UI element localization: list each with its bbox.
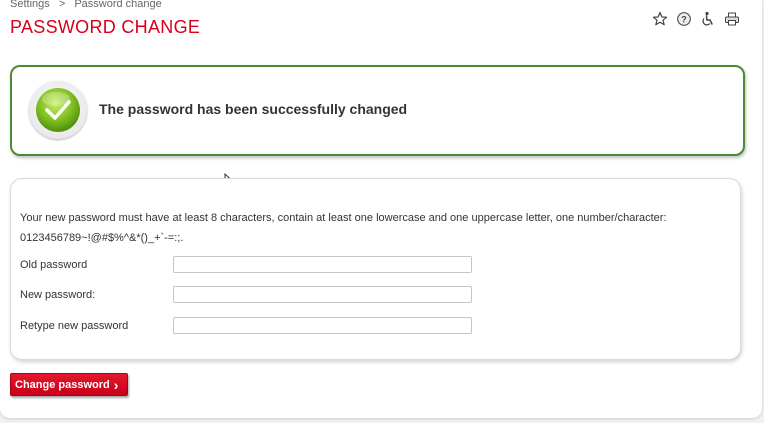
old-password-input[interactable] xyxy=(173,256,472,273)
svg-text:?: ? xyxy=(681,14,687,24)
change-password-button-label: Change password xyxy=(15,378,110,391)
password-allowed-characters: 0123456789~!@#$%^&*()_+`-=:;. xyxy=(20,232,184,244)
checkmark-icon xyxy=(36,88,80,132)
breadcrumb-settings-link[interactable]: Settings xyxy=(10,0,50,10)
breadcrumb: Settings > Password change xyxy=(10,0,162,10)
retype-password-label: Retype new password xyxy=(20,320,129,332)
accessibility-icon[interactable] xyxy=(700,11,716,27)
new-password-input[interactable] xyxy=(173,286,472,303)
print-icon[interactable] xyxy=(724,11,740,27)
page-toolbar: ? xyxy=(652,11,740,27)
chevron-right-icon: › xyxy=(113,376,119,393)
success-message: The password has been successfully chang… xyxy=(99,101,408,117)
retype-password-input[interactable] xyxy=(173,317,472,334)
star-icon[interactable] xyxy=(652,11,668,27)
page-container: Settings > Password change PASSWORD CHAN… xyxy=(0,0,762,418)
password-rules-text: Your new password must have at least 8 c… xyxy=(20,208,735,248)
breadcrumb-separator: > xyxy=(58,0,66,10)
page-title: PASSWORD CHANGE xyxy=(10,17,201,37)
success-message-box: The password has been successfully chang… xyxy=(10,65,745,156)
new-password-label: New password: xyxy=(20,289,96,301)
change-password-button[interactable]: Change password › xyxy=(10,373,128,396)
password-form-panel: Your new password must have at least 8 c… xyxy=(10,178,741,360)
help-icon[interactable]: ? xyxy=(676,11,692,27)
breadcrumb-current: Password change xyxy=(74,0,162,10)
password-rules-line: Your new password must have at least 8 c… xyxy=(20,212,667,224)
old-password-label: Old password xyxy=(20,259,88,271)
success-check-badge xyxy=(29,81,87,139)
